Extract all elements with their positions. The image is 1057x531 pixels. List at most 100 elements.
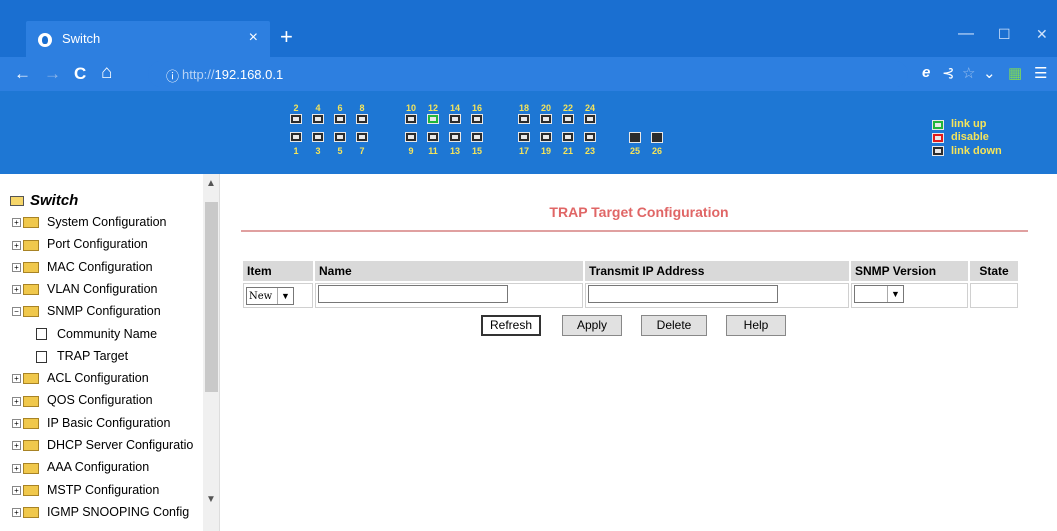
port-9-icon[interactable] [405,132,417,142]
port-2-icon[interactable] [290,114,302,124]
snmp-version-select[interactable]: ▼ [854,285,904,303]
expand-icon[interactable]: + [12,508,21,518]
new-tab-button[interactable]: + [280,26,293,48]
expand-icon[interactable]: + [12,485,21,495]
port-19-icon[interactable] [540,132,552,142]
port-24-icon[interactable] [584,114,596,124]
port-16-icon[interactable] [471,114,483,124]
port-22-icon[interactable] [562,114,574,124]
port-4-icon[interactable] [312,114,324,124]
tree-item-label: MAC Configuration [47,259,153,274]
folder-icon [23,284,39,296]
scroll-up-icon[interactable]: ▲ [206,178,216,189]
menu-icon[interactable]: ☰ [1034,64,1047,82]
home-icon[interactable]: ⌂ [101,62,112,84]
expand-icon[interactable]: + [12,285,21,295]
delete-button[interactable]: Delete [641,315,707,336]
port-13-icon[interactable] [449,132,461,142]
port-21-icon[interactable] [562,132,574,142]
expand-icon[interactable]: + [12,441,21,451]
port-23-icon[interactable] [584,132,596,142]
item-select[interactable]: New ▼ [246,286,294,305]
sfp-port-26-icon[interactable] [651,132,663,143]
port-1-icon[interactable] [290,132,302,142]
tree-folder-item[interactable]: + System Configuration [12,215,167,235]
port-number-label: 21 [562,146,573,156]
port-5-icon[interactable] [334,132,346,142]
maximize-icon[interactable]: ☐ [998,26,1011,43]
refresh-button[interactable]: Refresh [481,315,541,336]
port-10-icon[interactable] [405,114,417,124]
ie-mode-icon[interactable]: e [922,64,930,81]
help-button[interactable]: Help [726,315,786,336]
collapse-icon[interactable]: − [12,307,21,317]
close-window-icon[interactable]: ✕ [1036,26,1048,43]
tree-folder-item[interactable]: + DHCP Server Configuratio [12,438,193,458]
folder-icon [23,373,39,385]
port-6-icon[interactable] [334,114,346,124]
tree-folder-item[interactable]: + MAC Configuration [12,260,153,280]
port-number-label: 10 [405,103,416,113]
share-icon[interactable]: ⊰ [942,64,955,82]
url-field[interactable]: ⓘ http://192.168.0.1 [148,61,908,87]
tree-folder-item[interactable]: + MSTP Configuration [12,483,159,503]
port-11-icon[interactable] [427,132,439,142]
port-15-icon[interactable] [471,132,483,142]
expand-icon[interactable]: + [12,418,21,428]
sfp-port-25-icon[interactable] [629,132,641,143]
expand-icon[interactable]: + [12,463,21,473]
expand-icon[interactable]: + [12,262,21,272]
sidebar-scrollbar[interactable]: ▲ ▼ [203,174,219,531]
port-3-icon[interactable] [312,132,324,142]
tree-folder-item[interactable]: + IP Basic Configuration [12,416,170,436]
back-icon[interactable]: ← [14,64,31,84]
port-18-icon[interactable] [518,114,530,124]
tree-item-label: AAA Configuration [47,460,150,475]
tree-folder-item[interactable]: + Port Configuration [12,237,148,257]
port-number-label: 14 [449,103,460,113]
tree-folder-item[interactable]: + IGMP SNOOPING Config [12,505,189,525]
chevron-down-icon[interactable]: ⌄ [983,64,996,82]
browser-tab[interactable]: Switch × [26,21,270,57]
expand-icon[interactable]: + [12,374,21,384]
extensions-icon[interactable]: ▦ [1008,64,1022,82]
folder-icon [23,417,39,429]
apply-button[interactable]: Apply [562,315,622,336]
tree-leaf-item[interactable]: TRAP Target [36,349,128,369]
tree-folder-item[interactable]: + ACL Configuration [12,371,149,391]
tree-folder-item[interactable]: − SNMP Configuration [12,304,161,324]
scroll-thumb[interactable] [205,202,218,392]
tab-close-icon[interactable]: × [249,29,258,47]
forward-icon[interactable]: → [44,64,61,84]
legend-disable-icon [932,133,944,143]
port-17-icon[interactable] [518,132,530,142]
port-20-icon[interactable] [540,114,552,124]
expand-icon[interactable]: + [12,218,21,228]
minimize-icon[interactable]: — [958,25,974,43]
item-select-value: New [249,290,273,302]
name-input[interactable] [318,285,508,303]
tree-leaf-item[interactable]: Community Name [36,327,157,347]
port-7-icon[interactable] [356,132,368,142]
tree-folder-item[interactable]: + QOS Configuration [12,393,153,413]
port-8-icon[interactable] [356,114,368,124]
port-12-icon[interactable] [427,114,439,124]
url-text: http://192.168.0.1 [182,67,283,82]
globe-icon [38,33,52,47]
port-14-icon[interactable] [449,114,461,124]
name-cell [315,283,583,308]
expand-icon[interactable]: + [12,240,21,250]
ip-address-input[interactable] [588,285,778,303]
port-number-label: 1 [293,146,299,156]
scroll-down-icon[interactable]: ▼ [206,494,216,505]
port-number-label: 7 [359,146,365,156]
expand-icon[interactable]: + [12,396,21,406]
ip-cell [585,283,849,308]
tree-root[interactable]: Switch [10,192,78,209]
url-prefix: http:// [182,67,215,82]
tree-folder-item[interactable]: + AAA Configuration [12,460,149,480]
tree-folder-item[interactable]: + VLAN Configuration [12,282,157,302]
reload-icon[interactable]: C [74,64,86,84]
favorite-icon[interactable]: ☆ [962,64,975,82]
tree-item-label: DHCP Server Configuratio [47,438,194,452]
